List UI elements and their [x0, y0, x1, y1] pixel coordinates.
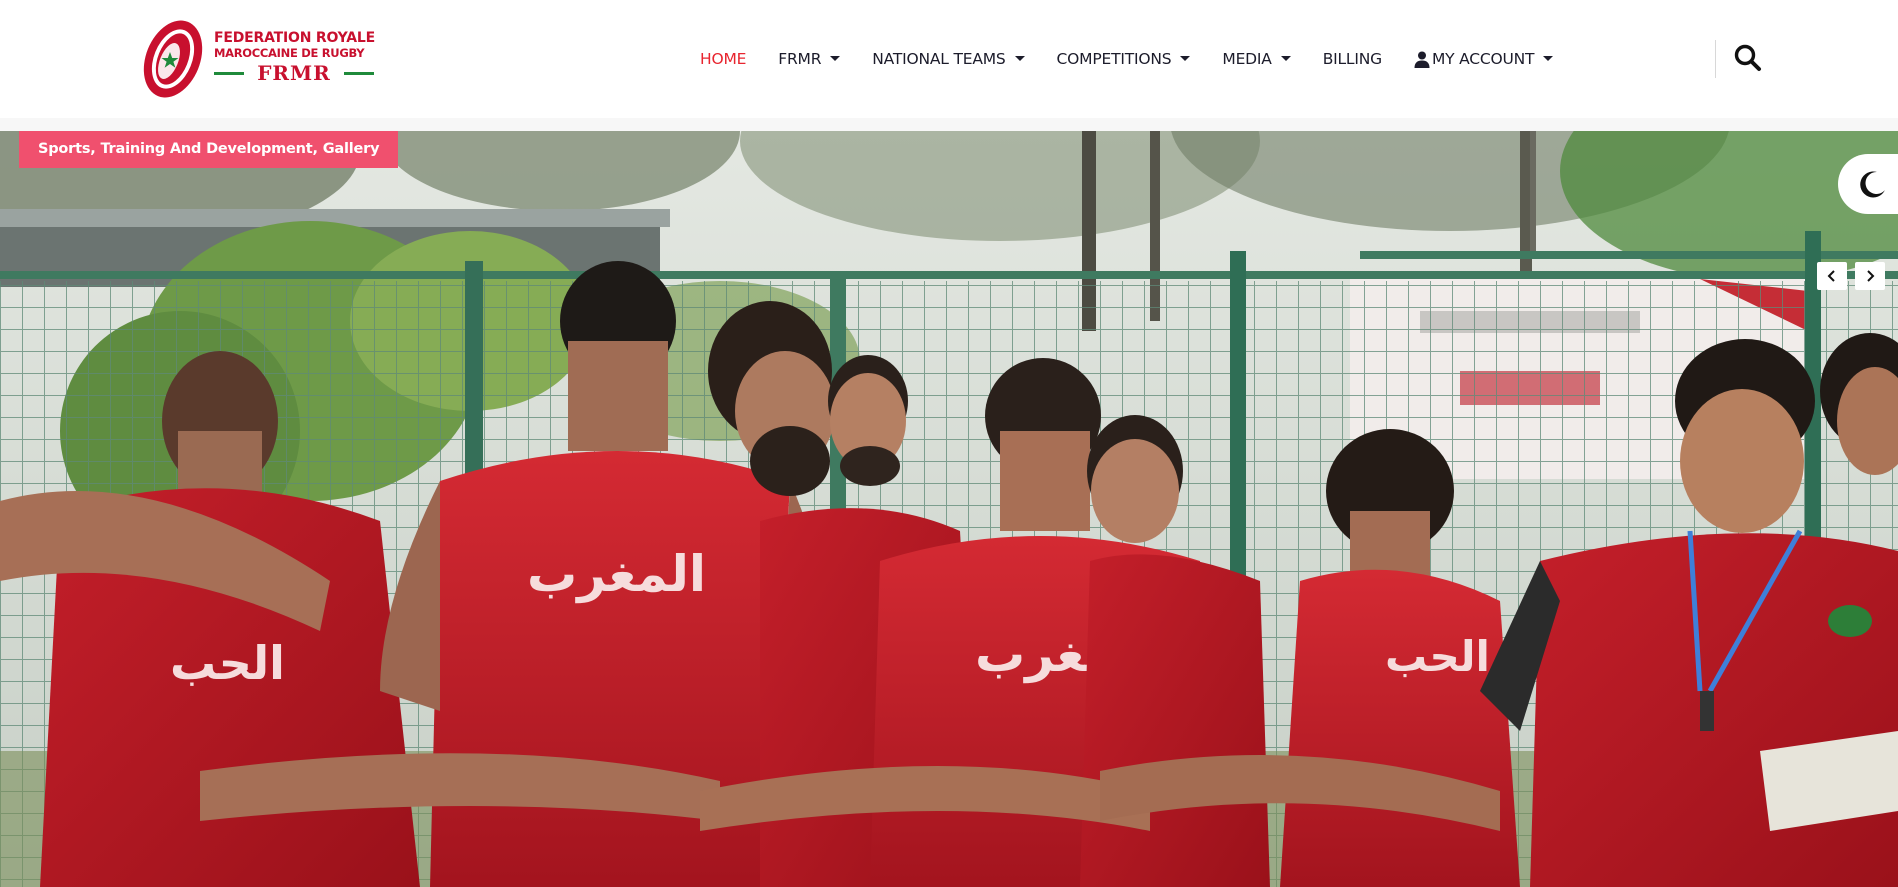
- user-icon: [1414, 51, 1430, 68]
- nav-item-label: MY ACCOUNT: [1431, 50, 1535, 68]
- nav-item-billing[interactable]: BILLING: [1323, 50, 1382, 68]
- chevron-right-icon: [1867, 270, 1875, 282]
- nav-item-label: FRMR: [778, 50, 822, 68]
- chevron-left-icon: [1827, 270, 1835, 282]
- caret-down-icon: [1280, 55, 1291, 61]
- header-shadow: [0, 118, 1898, 131]
- site-logo[interactable]: FEDERATION ROYALE MAROCCAINE DE RUGBY FR…: [140, 16, 375, 102]
- main-nav: HOME FRMR NATIONAL TEAMS COMPETITIONS ME…: [700, 44, 1585, 74]
- slider-next-button[interactable]: [1855, 262, 1885, 290]
- site-header: FEDERATION ROYALE MAROCCAINE DE RUGBY FR…: [0, 0, 1898, 118]
- logo-rule-left: [214, 72, 244, 75]
- caret-down-icon: [830, 55, 841, 61]
- search-icon: [1734, 44, 1761, 71]
- jersey-text-center: المغرب: [527, 545, 706, 604]
- logo-name-line2: MAROCCAINE DE RUGBY: [214, 46, 365, 60]
- nav-item-label: MEDIA: [1222, 50, 1272, 68]
- nav-item-my-account[interactable]: MY ACCOUNT: [1414, 50, 1554, 68]
- logo-name-line1: FEDERATION ROYALE: [214, 30, 375, 46]
- nav-item-competitions[interactable]: COMPETITIONS: [1057, 50, 1191, 68]
- logo-rule-right: [344, 72, 374, 75]
- hero-photo: الحب المغرب المغرب الحب: [0, 131, 1898, 887]
- nav-item-label: HOME: [700, 50, 747, 68]
- jersey-text-left: الحب: [170, 636, 285, 690]
- nav-divider: [1715, 40, 1716, 78]
- hero-slider[interactable]: الحب المغرب المغرب الحب: [0, 131, 1898, 887]
- nav-item-home[interactable]: HOME: [700, 50, 746, 68]
- moon-icon: [1860, 171, 1885, 198]
- caret-down-icon: [1014, 55, 1025, 61]
- nav-item-media[interactable]: MEDIA: [1222, 50, 1291, 68]
- slider-prev-button[interactable]: [1817, 262, 1847, 290]
- nav-item-national-teams[interactable]: NATIONAL TEAMS: [872, 50, 1025, 68]
- nav-item-label: COMPETITIONS: [1056, 50, 1172, 68]
- caret-down-icon: [1180, 55, 1191, 61]
- dark-mode-toggle[interactable]: [1838, 154, 1898, 214]
- search-button[interactable]: [1733, 43, 1763, 73]
- rugby-ball-logo-icon: [143, 20, 203, 98]
- caret-down-icon: [1543, 55, 1554, 61]
- category-badge[interactable]: Sports, Training And Development, Galler…: [19, 131, 399, 168]
- nav-item-frmr[interactable]: FRMR: [778, 50, 841, 68]
- nav-item-label: NATIONAL TEAMS: [872, 50, 1006, 68]
- jersey-text-right: الحب: [1385, 632, 1490, 681]
- nav-item-label: BILLING: [1322, 50, 1382, 68]
- logo-abbreviation: FRMR: [257, 61, 331, 85]
